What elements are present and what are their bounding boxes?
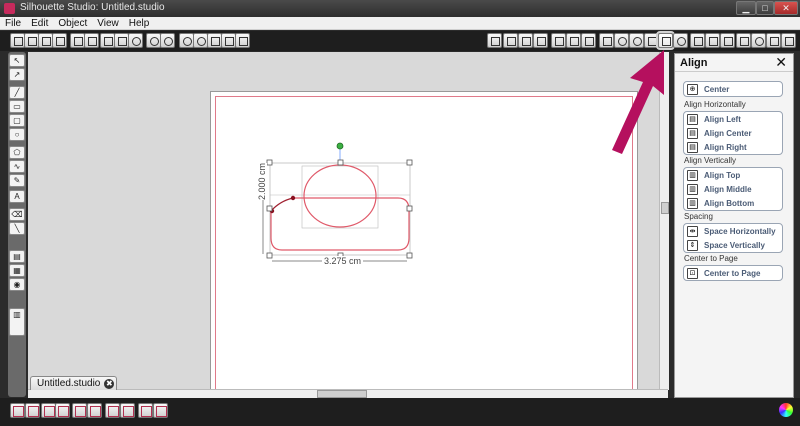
space-horizontally-button[interactable]: ⇹ Space Horizontally (684, 224, 782, 238)
horizontal-scroll-thumb[interactable] (317, 390, 367, 398)
height-label: 2.000 cm (257, 162, 267, 200)
ellipse-shape (303, 164, 377, 228)
align-right-button[interactable]: ▤ Align Right (684, 140, 782, 154)
center-to-page-button[interactable]: ⊡ Center to Page (684, 266, 782, 280)
document-tab[interactable]: Untitled.studio ✖ (30, 376, 118, 390)
mirror-icon[interactable] (55, 403, 70, 418)
align-right-icon: ▤ (687, 141, 698, 153)
align-center-button[interactable]: ▤ Align Center (684, 126, 782, 140)
center-to-page-group: ⊡ Center to Page (683, 265, 783, 281)
align-vertical-group: ▥ Align Top ▥ Align Middle ▥ Align Bottom (683, 167, 783, 211)
bottom-toolbar (0, 398, 800, 426)
align-top-icon: ▥ (687, 169, 698, 181)
align-bottom-button[interactable]: ▥ Align Bottom (684, 196, 782, 210)
rotation-handle (336, 142, 344, 150)
duplicate-icon[interactable] (41, 403, 56, 418)
end-point-marker (290, 195, 296, 201)
section-align-vertically: Align Vertically (684, 156, 737, 165)
align-middle-icon: ▥ (687, 183, 698, 195)
align-panel-title: Align (680, 57, 708, 69)
align-left-button[interactable]: ▤ Align Left (684, 112, 782, 126)
rounded-rectangle-shape (270, 197, 410, 251)
align-center-icon: ▤ (687, 127, 698, 139)
center-to-page-icon: ⊡ (687, 267, 698, 279)
align-top-button[interactable]: ▥ Align Top (684, 168, 782, 182)
weld-icon[interactable] (72, 403, 87, 418)
section-align-horizontally: Align Horizontally (684, 100, 746, 109)
section-spacing: Spacing (684, 212, 713, 221)
horizontal-scrollbar[interactable] (28, 389, 668, 398)
align-horizontal-group: ▤ Align Left ▤ Align Center ▤ Align Right (683, 111, 783, 155)
group-icon[interactable] (105, 403, 120, 418)
vertical-scrollbar[interactable] (659, 52, 669, 390)
vertical-scroll-thumb[interactable] (661, 202, 669, 214)
center-group: ⊕ Center (683, 81, 783, 97)
align-panel: Align ✕ ⊕ Center Align Horizontally ▤ Alig… (674, 53, 794, 398)
space-horizontally-icon: ⇹ (687, 225, 698, 237)
make-compound-path-icon[interactable] (138, 403, 153, 418)
align-left-icon: ▤ (687, 113, 698, 125)
align-panel-header: Align ✕ (675, 54, 793, 72)
deselect-icon[interactable] (25, 403, 40, 418)
section-center-to-page: Center to Page (684, 254, 738, 263)
spacing-group: ⇹ Space Horizontally ⇕ Space Vertically (683, 223, 783, 253)
delete-icon[interactable] (87, 403, 102, 418)
document-tab-label: Untitled.studio (37, 378, 101, 389)
color-wheel-icon[interactable] (779, 403, 793, 417)
select-all-icon[interactable] (10, 403, 25, 418)
align-bottom-icon: ▥ (687, 197, 698, 209)
center-button[interactable]: ⊕ Center (684, 82, 782, 96)
resize-handles (266, 159, 413, 259)
close-tab-icon[interactable]: ✖ (104, 379, 115, 389)
width-label: 3.275 cm (322, 256, 364, 266)
close-panel-icon[interactable]: ✕ (775, 55, 787, 70)
center-icon: ⊕ (687, 83, 698, 95)
align-middle-button[interactable]: ▥ Align Middle (684, 182, 782, 196)
ungroup-icon[interactable] (120, 403, 135, 418)
release-compound-path-icon[interactable] (153, 403, 168, 418)
space-vertically-icon: ⇕ (687, 239, 698, 251)
selection-box (269, 162, 411, 256)
space-vertically-button[interactable]: ⇕ Space Vertically (684, 238, 782, 252)
